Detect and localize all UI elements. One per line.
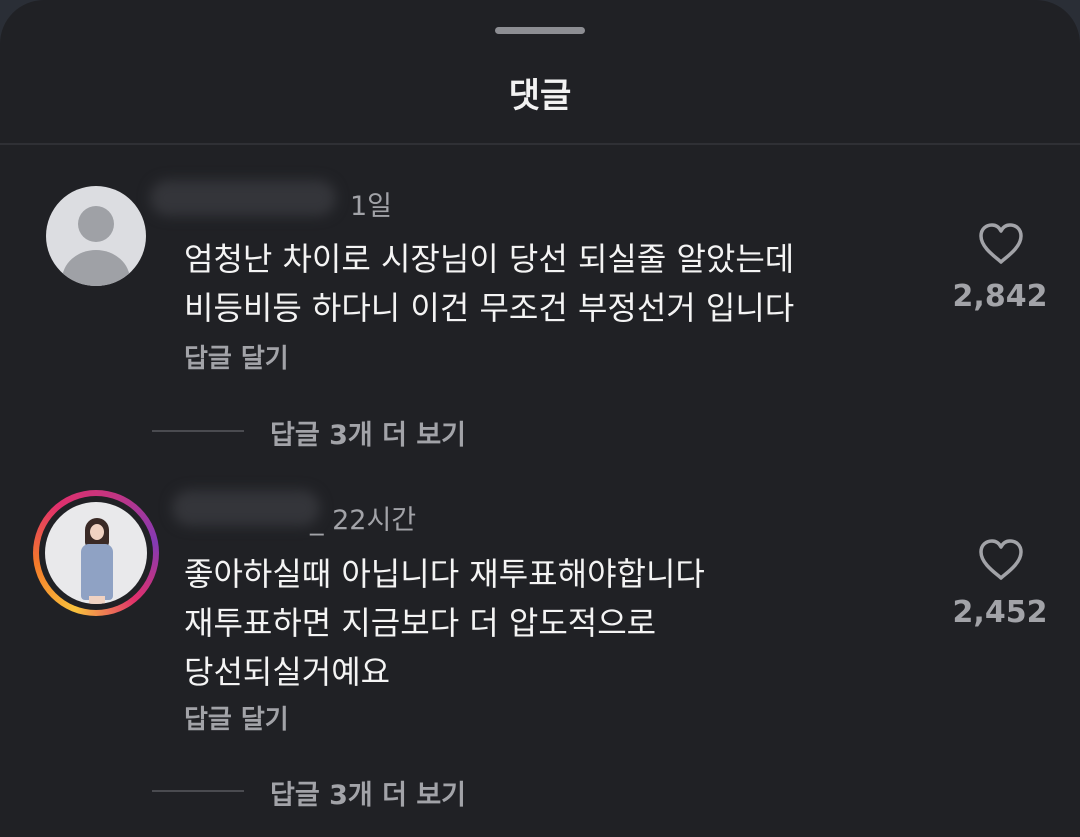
heart-outline-icon[interactable]: [977, 222, 1025, 266]
comment-time: 1일: [350, 191, 393, 222]
user-avatar-default-icon[interactable]: [46, 186, 146, 286]
heart-outline-icon[interactable]: [977, 538, 1025, 582]
more-replies-line: [152, 790, 244, 792]
view-more-replies-button[interactable]: 답글 3개 더 보기: [270, 773, 466, 812]
more-replies-line: [152, 430, 244, 432]
sheet-title: 댓글: [508, 76, 572, 116]
header-divider: [0, 143, 1080, 145]
username-redacted[interactable]: [172, 490, 320, 526]
user-avatar-story-ring[interactable]: [33, 490, 159, 616]
comment-text: 좋아하실때 아닙니다 재투표해야합니다 재투표하면 지금보다 더 압도적으로 당…: [184, 555, 705, 691]
like-count: 2,452: [952, 595, 1048, 630]
like-count: 2,842: [952, 279, 1048, 314]
username-redacted[interactable]: [150, 180, 336, 216]
comment-text: 엄청난 차이로 시장님이 당선 되실줄 알았는데 비등비등 하다니 이건 무조건…: [184, 240, 795, 327]
drag-handle[interactable]: [495, 27, 585, 34]
reply-button[interactable]: 답글 달기: [184, 699, 289, 736]
avatar-photo: [45, 502, 147, 604]
comment-time: _ 22시간: [310, 505, 417, 536]
view-more-replies-button[interactable]: 답글 3개 더 보기: [270, 413, 466, 452]
reply-button[interactable]: 답글 달기: [184, 338, 289, 375]
comments-sheet: 댓글 1일 엄청난 차이로 시장님이 당선 되실줄 알았는데 비등비등 하다니 …: [0, 0, 1080, 837]
